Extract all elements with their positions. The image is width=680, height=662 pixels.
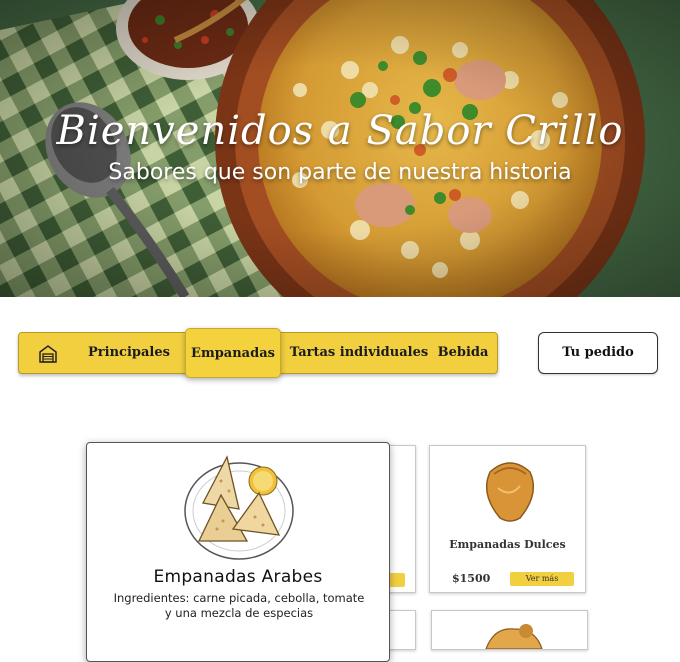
hero-subtitle: Sabores que son parte de nuestra histori… bbox=[108, 160, 572, 185]
product-price: $1500 bbox=[452, 572, 491, 585]
tab-tartas-individuales[interactable]: Tartas individuales bbox=[289, 333, 429, 373]
tab-empanadas[interactable]: Empanadas bbox=[185, 328, 281, 378]
product-card-partial[interactable] bbox=[431, 610, 588, 650]
product-card-empanadas-dulces[interactable]: Empanadas Dulces $1500 Ver más bbox=[429, 445, 586, 593]
hero-banner: Bienvenidos a Sabor Crillo Sabores que s… bbox=[0, 0, 680, 297]
empanada-dulce-image bbox=[485, 462, 535, 522]
view-more-button[interactable]: Ver más bbox=[510, 572, 574, 586]
popup-product-description: Ingredientes: carne picada, cebolla, tom… bbox=[113, 591, 365, 620]
product-name: Empanadas Dulces bbox=[449, 538, 566, 551]
tab-bebida[interactable]: Bebida bbox=[433, 333, 493, 373]
store-icon[interactable] bbox=[38, 344, 58, 364]
popup-product-title: Empanadas Arabes bbox=[153, 567, 323, 587]
empanada-image-partial bbox=[485, 624, 543, 649]
product-detail-popup[interactable]: Empanadas Arabes Ingredientes: carne pic… bbox=[86, 442, 390, 662]
empanadas-arabes-image bbox=[184, 455, 294, 560]
category-nav: Principales Empanadas Tartas individuale… bbox=[18, 328, 498, 378]
hero-title: Bienvenidos a Sabor Crillo bbox=[56, 108, 624, 154]
your-order-button[interactable]: Tu pedido bbox=[538, 332, 658, 374]
tab-principales[interactable]: Principales bbox=[79, 333, 179, 373]
